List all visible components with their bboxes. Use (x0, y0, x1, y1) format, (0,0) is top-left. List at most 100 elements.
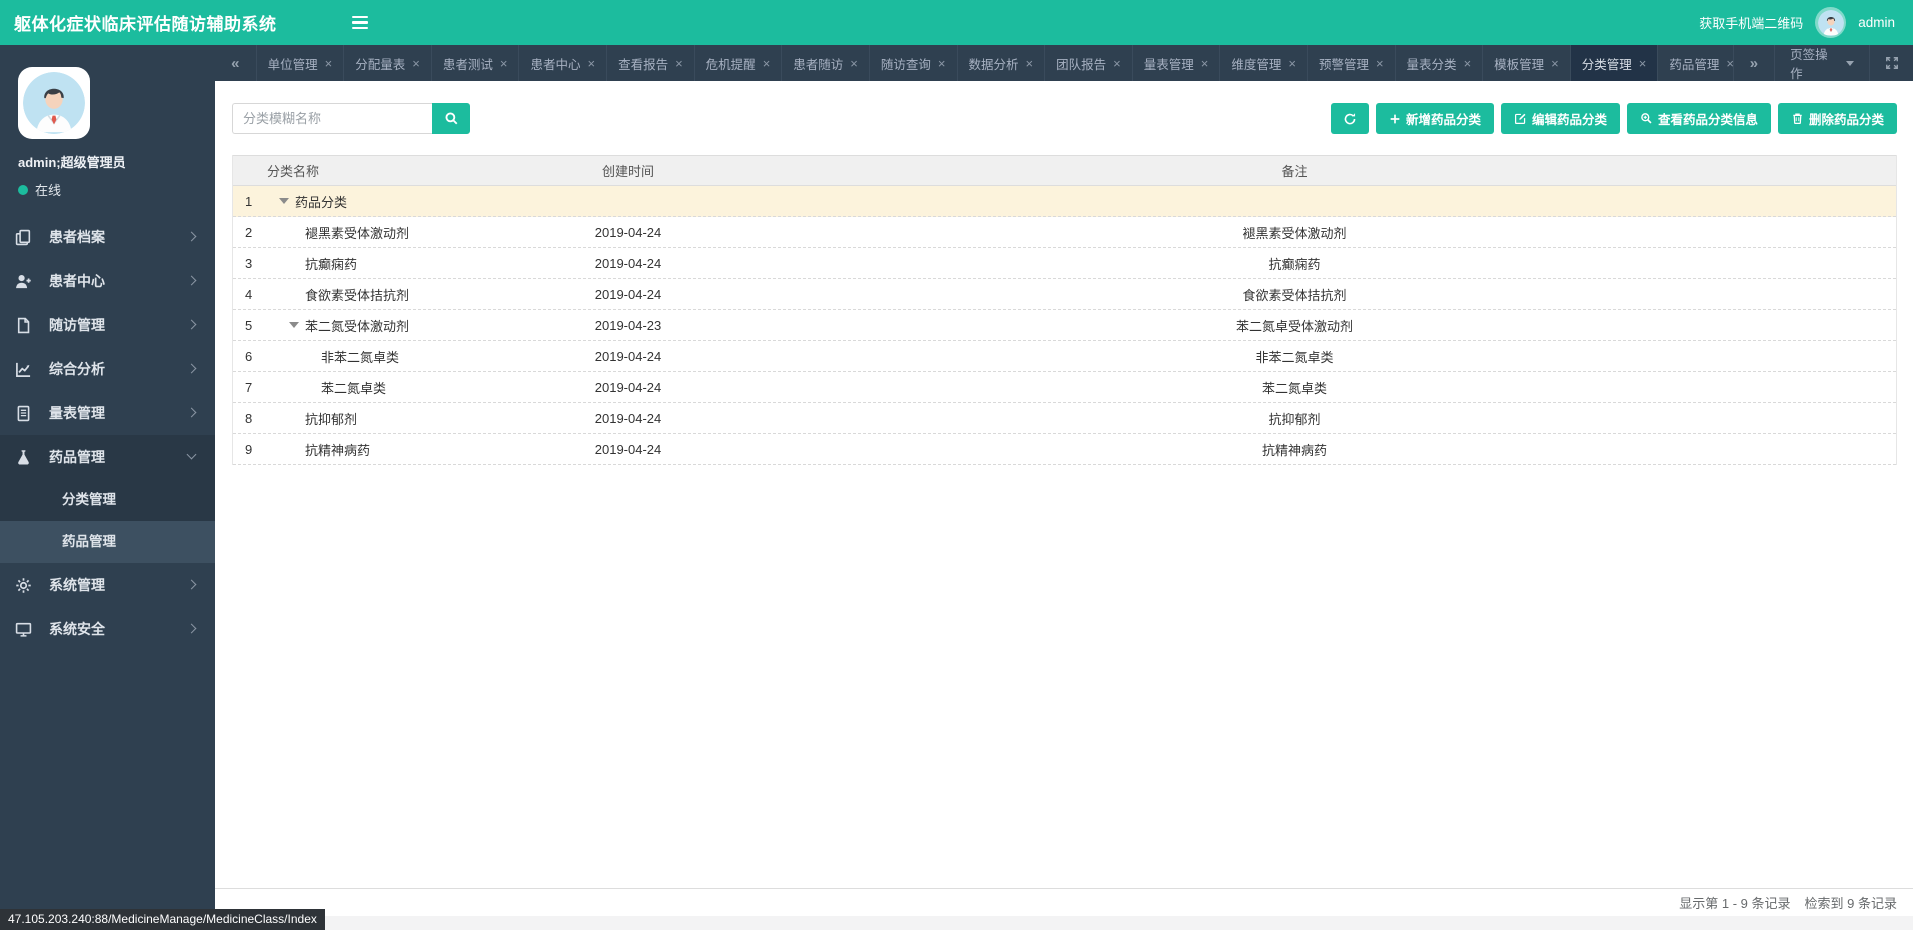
table-row[interactable]: 9 抗精神病药 2019-04-24 抗精神病药 (233, 434, 1896, 465)
document-icon (15, 405, 33, 422)
column-header-remark: 备注 (1281, 164, 1308, 179)
sidebar-item-system-security[interactable]: 系统安全 (0, 607, 215, 651)
online-status: 在线 (35, 183, 62, 198)
table-row[interactable]: 8 抗抑郁剂 2019-04-24 抗抑郁剂 (233, 403, 1896, 434)
category-name: 苯二氮卓类 (321, 380, 387, 396)
tab-close-icon[interactable] (675, 57, 683, 70)
qr-code-link[interactable]: 获取手机端二维码 (1699, 13, 1803, 32)
tab-close-icon[interactable] (763, 57, 771, 70)
chevron-right-icon (186, 275, 197, 286)
table-row[interactable]: 1 药品分类 (233, 186, 1896, 217)
table-row[interactable]: 5 苯二氮受体激动剂 2019-04-23 苯二氮卓受体激动剂 (233, 310, 1896, 341)
tab-item[interactable]: 患者测试 (432, 45, 520, 81)
tab-item[interactable]: 查看报告 (607, 45, 695, 81)
tab-item[interactable]: 危机提醒 (695, 45, 783, 81)
sidebar-subitem-class-manage[interactable]: 分类管理 (0, 479, 215, 521)
sidebar-item-patient-archive[interactable]: 患者档案 (0, 215, 215, 259)
category-name: 抗癫痫药 (305, 256, 358, 272)
remark: 褪黑素受体激动剂 (1242, 225, 1347, 241)
tab-item[interactable]: 药品管理 (1658, 45, 1732, 81)
table-row[interactable]: 2 褪黑素受体激动剂 2019-04-24 褪黑素受体激动剂 (233, 217, 1896, 248)
tab-item[interactable]: 数据分析 (958, 45, 1046, 81)
tab-item[interactable]: 量表管理 (1133, 45, 1221, 81)
tab-close-icon[interactable] (1288, 57, 1296, 70)
tab-close-icon[interactable] (850, 57, 858, 70)
search-button[interactable] (432, 103, 470, 134)
tab-close-icon[interactable] (1551, 57, 1559, 70)
tab-close-icon[interactable] (325, 57, 333, 70)
file-icon (15, 317, 33, 334)
tab-item[interactable]: 患者中心 (519, 45, 608, 81)
edit-icon (1514, 113, 1526, 124)
sidebar-item-system-manage[interactable]: 系统管理 (0, 563, 215, 607)
edit-category-button[interactable]: 编辑药品分类 (1500, 103, 1620, 134)
menu-toggle-icon[interactable] (352, 16, 368, 29)
desktop-icon (15, 621, 33, 638)
tabs-scroll-left-button[interactable] (215, 45, 257, 81)
main-content: 新增药品分类 编辑药品分类 查看药品分类信息 删除药品分类 分类名称 (215, 81, 1913, 930)
refresh-icon (1344, 112, 1356, 124)
tab-close-icon[interactable] (1376, 57, 1384, 70)
top-header: 躯体化症状临床评估随访辅助系统 获取手机端二维码 admin (0, 0, 1913, 45)
tab-item[interactable]: 随访查询 (870, 45, 958, 81)
tab-item[interactable]: 团队报告 (1045, 45, 1133, 81)
fullscreen-expand-icon[interactable] (1869, 45, 1913, 81)
created-date: 2019-04-23 (594, 317, 662, 333)
refresh-button[interactable] (1330, 103, 1369, 134)
search-icon (445, 112, 457, 125)
created-date: 2019-04-24 (594, 410, 662, 426)
tab-close-icon[interactable] (1464, 57, 1472, 70)
search-input[interactable] (232, 103, 432, 134)
collapse-triangle-icon[interactable] (279, 198, 289, 204)
tab-operations-dropdown[interactable]: 页签操作 (1774, 45, 1869, 81)
copy-icon (15, 229, 33, 246)
profile-name: admin;超级管理员 (18, 155, 126, 170)
tab-close-icon[interactable] (587, 57, 595, 70)
view-category-button[interactable]: 查看药品分类信息 (1626, 103, 1771, 134)
tab-item[interactable]: 分配量表 (344, 45, 432, 81)
collapse-triangle-icon[interactable] (289, 322, 299, 328)
tab-close-icon[interactable] (938, 57, 946, 70)
tab-item[interactable]: 单位管理 (257, 45, 345, 81)
tab-item[interactable]: 预警管理 (1308, 45, 1396, 81)
delete-category-button[interactable]: 删除药品分类 (1777, 103, 1897, 134)
table-row[interactable]: 6 非苯二氮卓类 2019-04-24 非苯二氮卓类 (233, 341, 1896, 372)
doctor-avatar-icon (1817, 9, 1844, 36)
user-plus-icon (15, 273, 33, 290)
sidebar-item-followup-manage[interactable]: 随访管理 (0, 303, 215, 347)
sidebar-subitem-medicine-manage[interactable]: 药品管理 (0, 521, 215, 563)
sidebar-item-medicine-manage[interactable]: 药品管理 (0, 435, 215, 479)
tab-close-icon[interactable] (1201, 57, 1209, 70)
sidebar-item-label: 量表管理 (49, 405, 105, 421)
sidebar-item-label: 系统管理 (49, 577, 105, 593)
tab-close-icon[interactable] (412, 57, 420, 70)
category-name: 药品分类 (295, 194, 348, 210)
sidebar-item-label: 患者中心 (49, 273, 105, 289)
table-row[interactable]: 4 食欲素受体拮抗剂 2019-04-24 食欲素受体拮抗剂 (233, 279, 1896, 310)
tab-close-icon[interactable] (500, 57, 508, 70)
tab-item-active[interactable]: 分类管理 (1570, 45, 1659, 81)
table-header: 分类名称 创建时间 备注 (233, 155, 1896, 186)
record-total: 检索到 9 条记录 (1804, 896, 1897, 911)
category-name: 食欲素受体拮抗剂 (305, 287, 410, 303)
tab-close-icon[interactable] (1639, 57, 1647, 70)
tab-bar: 单位管理 分配量表 患者测试 患者中心 查看报告 危机提醒 患者随访 随访查询 … (215, 45, 1913, 81)
avatar[interactable] (1815, 7, 1847, 38)
tab-close-icon[interactable] (1113, 57, 1121, 70)
online-dot-icon (18, 184, 28, 195)
category-name: 抗抑郁剂 (305, 411, 358, 427)
table-row[interactable]: 7 苯二氮卓类 2019-04-24 苯二氮卓类 (233, 372, 1896, 403)
sidebar-item-patient-center[interactable]: 患者中心 (0, 259, 215, 303)
tab-item[interactable]: 量表分类 (1396, 45, 1484, 81)
tab-item[interactable]: 维度管理 (1220, 45, 1308, 81)
sidebar: admin;超级管理员 在线 患者档案 患者中心 随访管理 综合分析 量表管理 … (0, 45, 215, 930)
tab-close-icon[interactable] (1026, 57, 1034, 70)
tab-item[interactable]: 患者随访 (782, 45, 870, 81)
table-row[interactable]: 3 抗癫痫药 2019-04-24 抗癫痫药 (233, 248, 1896, 279)
add-category-button[interactable]: 新增药品分类 (1375, 103, 1494, 134)
sidebar-item-analysis[interactable]: 综合分析 (0, 347, 215, 391)
sidebar-item-scale-manage[interactable]: 量表管理 (0, 391, 215, 435)
profile-avatar[interactable] (18, 67, 90, 139)
tabs-scroll-right-button[interactable] (1732, 45, 1775, 81)
tab-item[interactable]: 模板管理 (1483, 45, 1571, 81)
